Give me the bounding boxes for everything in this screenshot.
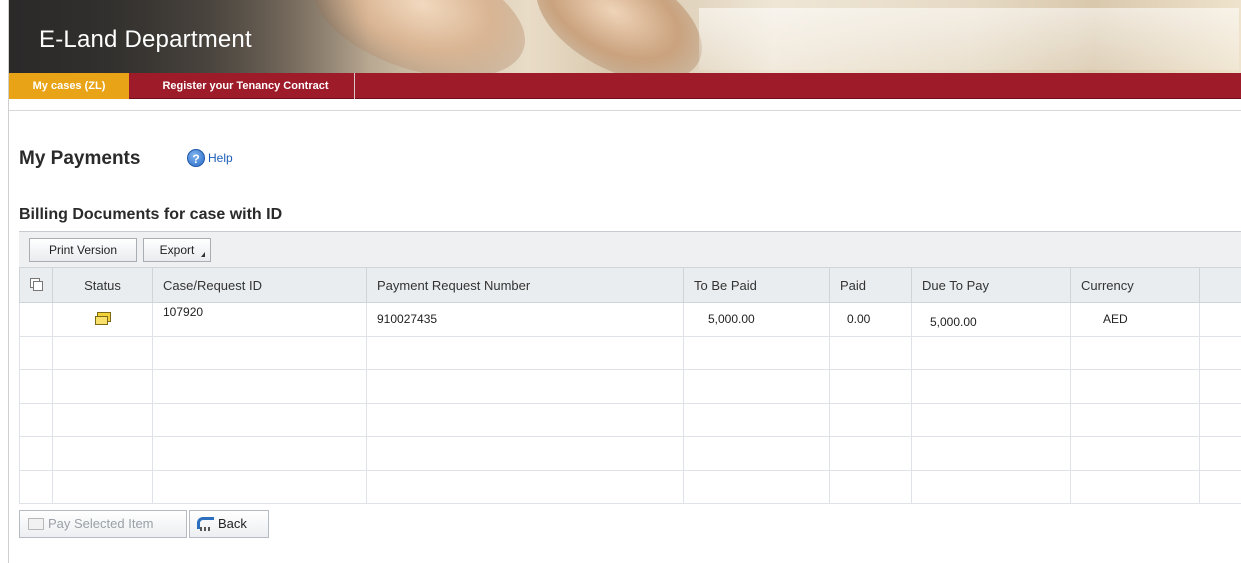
table-row-empty[interactable] bbox=[19, 469, 1241, 504]
help-label: Help bbox=[208, 151, 233, 165]
empty-cell bbox=[152, 469, 367, 504]
column-header-case-id[interactable]: Case/Request ID bbox=[152, 267, 367, 303]
help-link[interactable]: ? Help bbox=[187, 148, 233, 168]
empty-cell bbox=[683, 436, 830, 471]
empty-cell bbox=[829, 436, 912, 471]
row-selector[interactable] bbox=[19, 469, 53, 504]
empty-cell bbox=[1070, 369, 1200, 404]
empty-cell bbox=[1199, 402, 1241, 437]
table-row[interactable]: 107920 910027435 5,000.00 0.00 5,000.00 … bbox=[19, 302, 1241, 337]
empty-cell bbox=[683, 402, 830, 437]
empty-cell bbox=[366, 369, 684, 404]
empty-cell bbox=[1070, 402, 1200, 437]
empty-cell bbox=[683, 369, 830, 404]
top-navigation: My cases (ZL) Register your Tenancy Cont… bbox=[9, 73, 1241, 99]
help-icon: ? bbox=[187, 149, 205, 167]
empty-cell bbox=[911, 436, 1071, 471]
status-document-icon bbox=[94, 311, 111, 325]
table-row-empty[interactable] bbox=[19, 369, 1241, 404]
header-banner: E-Land Department bbox=[9, 0, 1241, 73]
table-header-row: Status Case/Request ID Payment Request N… bbox=[19, 267, 1241, 303]
row-selector[interactable] bbox=[19, 402, 53, 437]
payment-request-number-cell: 910027435 bbox=[366, 302, 684, 337]
empty-cell bbox=[366, 402, 684, 437]
empty-cell bbox=[152, 369, 367, 404]
to-be-paid-cell: 5,000.00 bbox=[683, 302, 830, 337]
table-toolbar: Print Version Export bbox=[19, 231, 1241, 267]
empty-cell bbox=[152, 436, 367, 471]
column-header-due-to-pay[interactable]: Due To Pay bbox=[911, 267, 1071, 303]
pay-selected-item-button[interactable]: Pay Selected Item bbox=[19, 510, 187, 538]
page-title: My Payments bbox=[19, 148, 141, 169]
export-label: Export bbox=[159, 243, 195, 257]
tab-register-tenancy-contract[interactable]: Register your Tenancy Contract bbox=[137, 73, 355, 99]
empty-cell bbox=[52, 469, 153, 504]
empty-cell bbox=[1199, 335, 1241, 370]
empty-cell bbox=[1070, 436, 1200, 471]
empty-cell bbox=[1199, 469, 1241, 504]
empty-cell bbox=[1199, 302, 1241, 337]
row-selector[interactable] bbox=[19, 369, 53, 404]
empty-cell bbox=[366, 335, 684, 370]
column-header-to-be-paid[interactable]: To Be Paid bbox=[683, 267, 830, 303]
column-header-payment-request-number[interactable]: Payment Request Number bbox=[366, 267, 684, 303]
empty-cell bbox=[911, 335, 1071, 370]
back-button[interactable]: Back bbox=[189, 510, 269, 538]
column-header-empty bbox=[1199, 267, 1241, 303]
empty-cell bbox=[52, 369, 153, 404]
banner-image-paper bbox=[699, 8, 1239, 70]
table-row-empty[interactable] bbox=[19, 436, 1241, 471]
empty-cell bbox=[152, 402, 367, 437]
tab-my-cases[interactable]: My cases (ZL) bbox=[9, 73, 129, 99]
empty-cell bbox=[683, 469, 830, 504]
case-id-cell: 107920 bbox=[152, 302, 367, 337]
empty-cell bbox=[1199, 369, 1241, 404]
empty-cell bbox=[52, 402, 153, 437]
empty-cell bbox=[911, 369, 1071, 404]
table-row-empty[interactable] bbox=[19, 335, 1241, 370]
status-cell bbox=[52, 302, 153, 337]
empty-cell bbox=[52, 335, 153, 370]
empty-cell bbox=[52, 436, 153, 471]
select-all-icon[interactable] bbox=[19, 267, 53, 303]
due-to-pay-cell: 5,000.00 bbox=[911, 302, 1071, 337]
empty-cell bbox=[366, 469, 684, 504]
empty-cell bbox=[829, 369, 912, 404]
billing-documents-table: Status Case/Request ID Payment Request N… bbox=[19, 267, 1241, 504]
row-selector[interactable] bbox=[19, 436, 53, 471]
export-button[interactable]: Export bbox=[143, 238, 211, 262]
empty-cell bbox=[829, 469, 912, 504]
app-title: E-Land Department bbox=[39, 26, 252, 53]
row-selector[interactable] bbox=[19, 335, 53, 370]
back-icon bbox=[196, 516, 214, 532]
empty-cell bbox=[829, 402, 912, 437]
section-title: Billing Documents for case with ID bbox=[19, 206, 283, 223]
paid-cell: 0.00 bbox=[829, 302, 912, 337]
empty-cell bbox=[152, 335, 367, 370]
empty-cell bbox=[1070, 335, 1200, 370]
app-frame: E-Land Department My cases (ZL) Register… bbox=[8, 0, 1241, 563]
print-version-button[interactable]: Print Version bbox=[29, 238, 137, 262]
empty-cell bbox=[683, 335, 830, 370]
empty-cell bbox=[1070, 469, 1200, 504]
row-selector[interactable] bbox=[19, 302, 53, 337]
currency-cell: AED bbox=[1070, 302, 1200, 337]
dropdown-caret-icon bbox=[201, 252, 205, 257]
empty-cell bbox=[366, 436, 684, 471]
empty-cell bbox=[1199, 436, 1241, 471]
column-header-status[interactable]: Status bbox=[52, 267, 153, 303]
pay-icon bbox=[26, 516, 44, 532]
empty-cell bbox=[911, 402, 1071, 437]
empty-cell bbox=[829, 335, 912, 370]
empty-cell bbox=[911, 469, 1071, 504]
table-row-empty[interactable] bbox=[19, 402, 1241, 437]
back-label: Back bbox=[218, 516, 247, 531]
banner-image-finger bbox=[516, 0, 722, 73]
divider bbox=[9, 110, 1241, 111]
column-header-currency[interactable]: Currency bbox=[1070, 267, 1200, 303]
pay-selected-item-label: Pay Selected Item bbox=[48, 516, 154, 531]
column-header-paid[interactable]: Paid bbox=[829, 267, 912, 303]
